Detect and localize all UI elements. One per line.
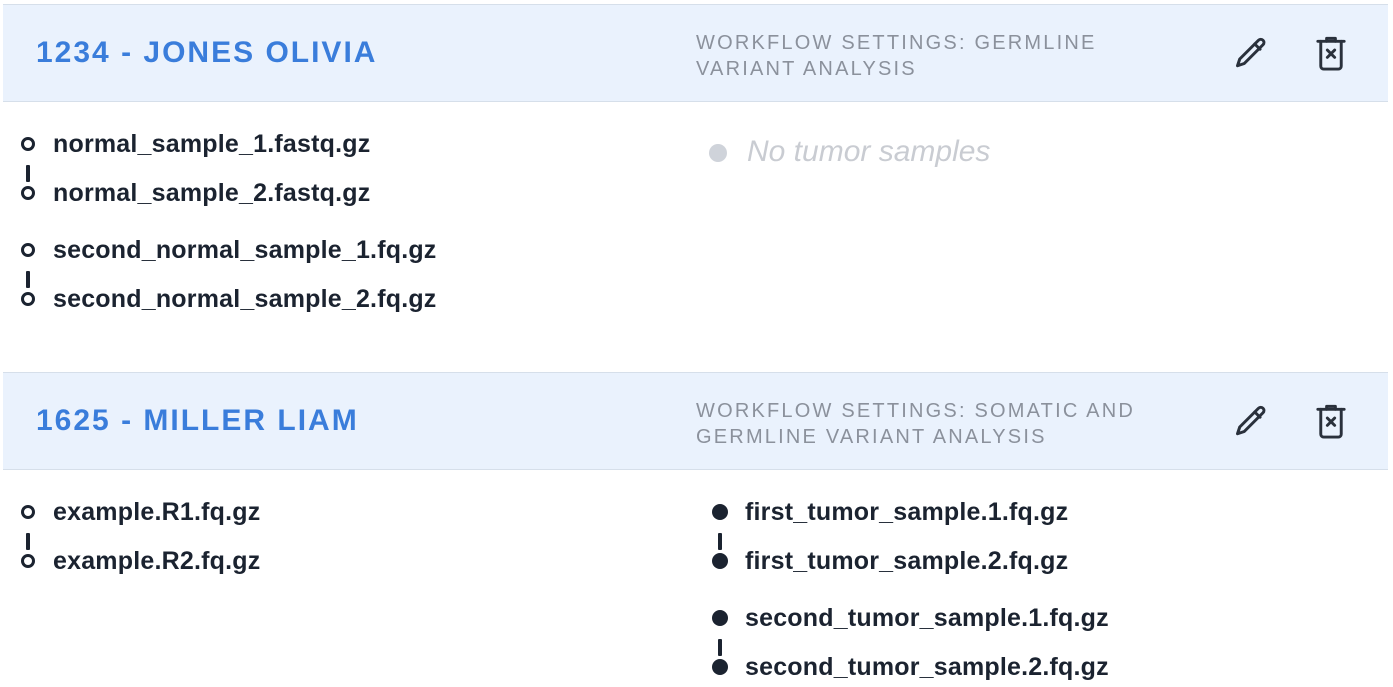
- tumor-sample-row: second_tumor_sample.1.fq.gz: [712, 602, 1353, 632]
- edit-button[interactable]: [1229, 399, 1273, 443]
- workflow-settings-label: WORKFLOW SETTINGS: SOMATIC AND GERMLINE …: [696, 400, 1135, 448]
- normal-sample-file: second_normal_sample_2.fq.gz: [53, 285, 437, 313]
- normal-sample-dot-icon: [21, 554, 35, 568]
- edit-button[interactable]: [1229, 31, 1273, 75]
- tumor-sample-file: first_tumor_sample.1.fq.gz: [745, 498, 1069, 526]
- normal-sample-file: normal_sample_1.fastq.gz: [53, 130, 371, 158]
- case-title: 1625 - MILLER LIAM: [36, 404, 359, 437]
- tumor-sample-row: second_tumor_sample.2.fq.gz: [712, 651, 1353, 681]
- normal-sample-dot-icon: [21, 137, 35, 151]
- tumor-sample-row: first_tumor_sample.2.fq.gz: [712, 545, 1353, 575]
- delete-button[interactable]: [1309, 31, 1353, 75]
- normal-sample-dot-icon: [21, 292, 35, 306]
- normal-sample-file: example.R2.fq.gz: [53, 547, 261, 575]
- normal-sample-row: second_normal_sample_2.fq.gz: [21, 283, 661, 313]
- workflow-settings-label: WORKFLOW SETTINGS: GERMLINE VARIANT ANAL…: [696, 32, 1097, 80]
- delete-button[interactable]: [1309, 399, 1353, 443]
- pencil-icon: [1236, 405, 1266, 436]
- normal-sample-row: normal_sample_1.fastq.gz: [21, 128, 661, 158]
- normal-sample-row: normal_sample_2.fastq.gz: [21, 177, 661, 207]
- tumor-sample-dot-icon: [712, 553, 728, 569]
- tumor-sample-file: second_tumor_sample.2.fq.gz: [745, 653, 1109, 681]
- empty-dot-icon: [709, 144, 727, 162]
- case-title: 1234 - JONES OLIVIA: [36, 36, 378, 69]
- normal-sample-dot-icon: [21, 186, 35, 200]
- normal-sample-file: normal_sample_2.fastq.gz: [53, 179, 371, 207]
- tumor-sample-dot-icon: [712, 659, 728, 675]
- normal-sample-row: example.R2.fq.gz: [21, 545, 661, 575]
- normal-sample-dot-icon: [21, 243, 35, 257]
- normal-sample-file: second_normal_sample_1.fq.gz: [53, 236, 437, 264]
- pencil-icon: [1236, 37, 1266, 68]
- tumor-sample-dot-icon: [712, 610, 728, 626]
- trash-x-icon: [1316, 404, 1346, 439]
- tumor-sample-dot-icon: [712, 504, 728, 520]
- no-tumor-samples-text: No tumor samples: [747, 135, 991, 168]
- tumor-sample-file: second_tumor_sample.1.fq.gz: [745, 604, 1109, 632]
- normal-sample-file: example.R1.fq.gz: [53, 498, 261, 526]
- trash-x-icon: [1316, 36, 1346, 71]
- tumor-sample-row: first_tumor_sample.1.fq.gz: [712, 496, 1353, 526]
- normal-sample-row: example.R1.fq.gz: [21, 496, 661, 526]
- normal-sample-dot-icon: [21, 505, 35, 519]
- case-list: 1234 - JONES OLIVIA WORKFLOW SETTINGS: G…: [0, 0, 1393, 687]
- case-header: 1234 - JONES OLIVIA WORKFLOW SETTINGS: G…: [3, 4, 1388, 102]
- case-header: 1625 - MILLER LIAM WORKFLOW SETTINGS: SO…: [3, 372, 1388, 470]
- normal-sample-row: second_normal_sample_1.fq.gz: [21, 234, 661, 264]
- tumor-sample-file: first_tumor_sample.2.fq.gz: [745, 547, 1069, 575]
